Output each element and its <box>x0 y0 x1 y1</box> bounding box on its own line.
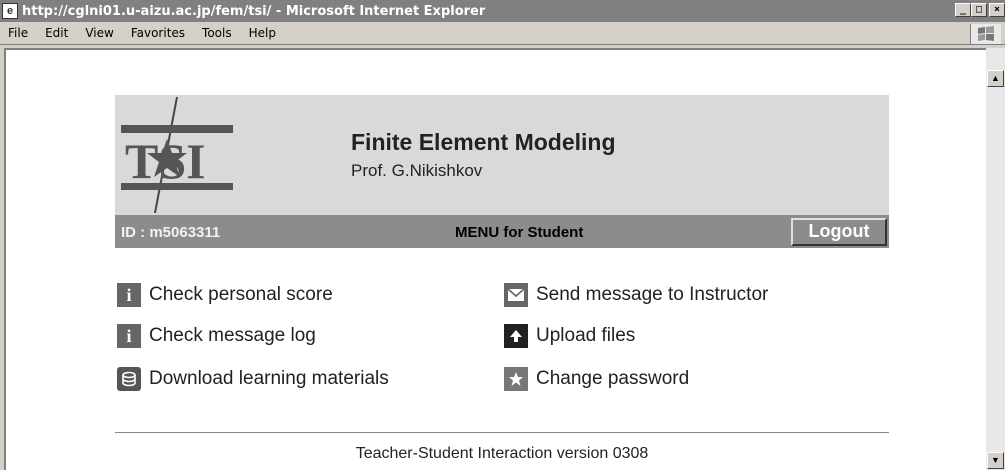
logo-text: TSI <box>125 133 206 189</box>
vertical-scrollbar[interactable]: ▲ ▼ <box>986 48 1005 470</box>
windows-logo-icon <box>970 24 1001 44</box>
student-menu-bar: ID : m5063311 MENU for Student Logout <box>115 215 889 248</box>
action-label: Upload files <box>536 325 636 346</box>
send-message-link[interactable]: Send message to Instructor <box>504 282 768 308</box>
footer-divider <box>115 432 889 433</box>
menu-help[interactable]: Help <box>241 26 285 40</box>
menu-bar: File Edit View Favorites Tools Help <box>0 22 1005 45</box>
tsi-logo: TSI <box>115 95 245 220</box>
menu-file[interactable]: File <box>0 26 37 40</box>
database-icon <box>117 367 141 391</box>
maximize-button[interactable]: □ <box>971 3 987 17</box>
user-id: ID : m5063311 <box>121 224 221 241</box>
check-score-link[interactable]: i Check personal score <box>117 282 333 308</box>
page-title: Finite Element Modeling <box>351 129 616 155</box>
window-title: http://cglni01.u-aizu.ac.jp/fem/tsi/ - M… <box>22 3 486 19</box>
browser-window: e http://cglni01.u-aizu.ac.jp/fem/tsi/ -… <box>0 0 1005 470</box>
action-label: Send message to Instructor <box>536 284 769 305</box>
ie-icon: e <box>2 3 18 19</box>
minimize-button[interactable]: _ <box>955 3 971 17</box>
download-materials-link[interactable]: Download learning materials <box>117 366 389 392</box>
page-subtitle: Prof. G.Nikishkov <box>351 161 483 180</box>
footer-text: Teacher-Student Interaction version 0308 <box>355 445 649 462</box>
star-icon <box>504 367 528 391</box>
menu-edit[interactable]: Edit <box>37 26 77 40</box>
upload-files-link[interactable]: Upload files <box>504 323 635 349</box>
envelope-icon <box>504 283 528 307</box>
check-message-log-link[interactable]: i Check message log <box>117 323 316 349</box>
info-icon: i <box>117 324 141 348</box>
menu-tools[interactable]: Tools <box>194 26 241 40</box>
action-label: Download learning materials <box>149 368 389 389</box>
close-button[interactable]: × <box>989 3 1005 17</box>
scroll-up-button[interactable]: ▲ <box>987 70 1004 87</box>
menu-favorites[interactable]: Favorites <box>123 26 194 40</box>
logout-button[interactable]: Logout <box>791 218 887 246</box>
menu-view[interactable]: View <box>77 26 122 40</box>
title-bar: e http://cglni01.u-aizu.ac.jp/fem/tsi/ -… <box>0 0 1005 22</box>
upload-arrow-icon <box>504 324 528 348</box>
action-label: Check message log <box>149 325 316 346</box>
menu-heading: MENU for Student <box>455 224 584 241</box>
action-label: Change password <box>536 368 690 389</box>
scroll-down-button[interactable]: ▼ <box>987 452 1004 469</box>
window-controls: _ □ × <box>955 3 1005 17</box>
site-header: TSI Finite Element Modeling Prof. G.Niki… <box>115 95 889 215</box>
change-password-link[interactable]: Change password <box>504 366 689 392</box>
info-icon: i <box>117 283 141 307</box>
page-viewport: TSI Finite Element Modeling Prof. G.Niki… <box>4 48 986 470</box>
action-label: Check personal score <box>149 284 333 305</box>
